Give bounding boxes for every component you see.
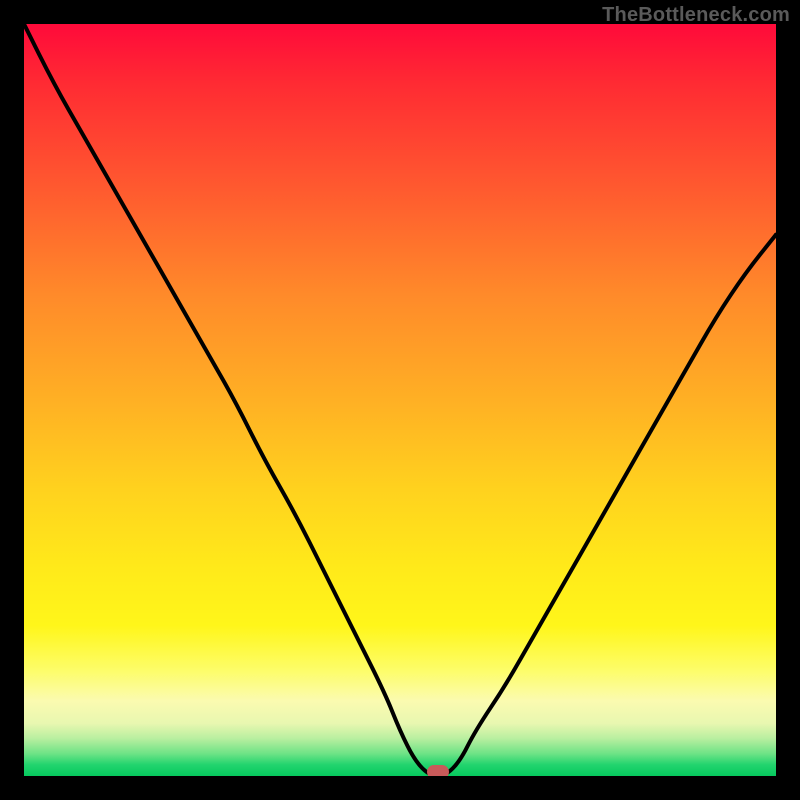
bottleneck-curve xyxy=(24,24,776,776)
chart-stage: TheBottleneck.com xyxy=(0,0,800,800)
optimal-point-marker xyxy=(427,765,449,776)
watermark-text: TheBottleneck.com xyxy=(602,4,790,27)
plot-area xyxy=(24,24,776,776)
